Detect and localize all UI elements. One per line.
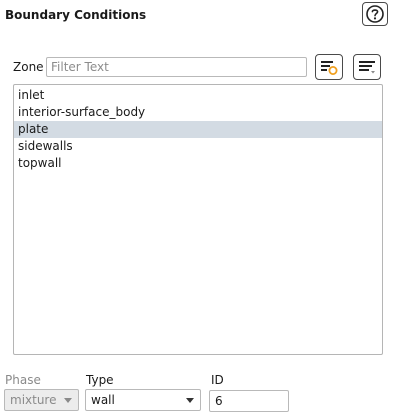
phase-label: Phase: [5, 373, 41, 387]
zone-item-plate[interactable]: plate: [14, 121, 382, 138]
filter-zones-button[interactable]: [315, 54, 343, 80]
chevron-down-icon: [186, 398, 194, 403]
sort-menu-button[interactable]: [353, 54, 381, 80]
id-label: ID: [211, 373, 224, 387]
id-field[interactable]: [209, 390, 289, 412]
zone-item-sidewalls[interactable]: sidewalls: [14, 138, 382, 155]
sort-menu-icon: [359, 61, 375, 74]
zone-item-inlet[interactable]: inlet: [14, 87, 382, 104]
type-select[interactable]: wall: [85, 389, 201, 411]
zone-label: Zone: [13, 60, 44, 74]
panel-title: Boundary Conditions: [5, 8, 147, 22]
chevron-down-icon: [64, 398, 72, 403]
phase-select-value: mixture: [10, 393, 57, 407]
filter-zones-icon: [321, 61, 338, 75]
type-select-value: wall: [91, 393, 115, 407]
zone-filter-input[interactable]: [46, 57, 307, 77]
phase-select[interactable]: mixture: [4, 389, 79, 411]
zone-item-topwall[interactable]: topwall: [14, 155, 382, 172]
zone-item-interior-surface-body[interactable]: interior-surface_body: [14, 104, 382, 121]
type-label: Type: [86, 373, 114, 387]
zone-list[interactable]: inlet interior-surface_body plate sidewa…: [13, 84, 383, 355]
help-icon: [366, 5, 384, 23]
help-button[interactable]: [362, 2, 388, 26]
